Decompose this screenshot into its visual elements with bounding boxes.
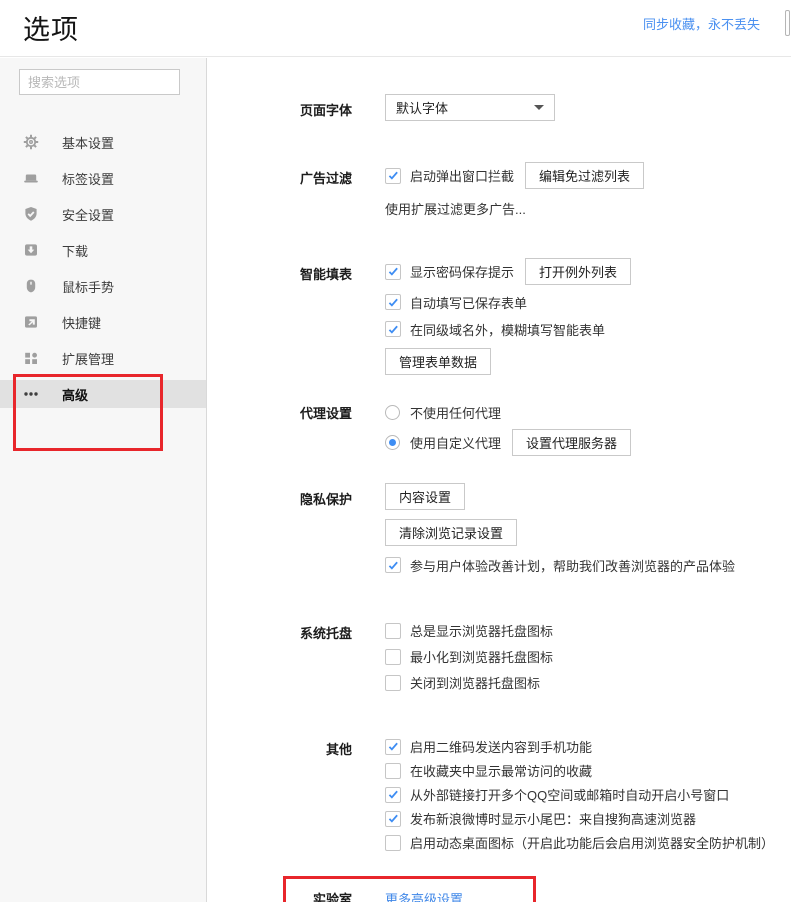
settings-content: 页面字体 默认字体 广告过滤 启动弹出窗口拦截 编辑免过滤列表 使用扩展过滤更多…	[208, 57, 791, 902]
sidebar-item-label: 标签设置	[62, 169, 114, 188]
checkbox-weibo-tail-label: 发布新浪微博时显示小尾巴：来自搜狗高速浏览器	[410, 809, 696, 828]
sidebar-item-security-settings[interactable]: 安全设置	[0, 200, 206, 228]
radio-no-proxy[interactable]	[385, 405, 400, 420]
sidebar-item-mouse-gesture[interactable]: 鼠标手势	[0, 272, 206, 300]
page-title: 选项	[23, 8, 79, 47]
sidebar-item-label: 安全设置	[62, 205, 114, 224]
checkbox-autofill-saved-forms-label: 自动填写已保存表单	[410, 293, 527, 312]
checkbox-tray-minimize[interactable]	[385, 649, 401, 665]
ad-filter-note: 使用扩展过滤更多广告...	[385, 199, 791, 218]
radio-custom-proxy-label: 使用自定义代理	[410, 433, 501, 452]
checkbox-dynamic-desktop-icon-label: 启用动态桌面图标（开启此功能后会启用浏览器安全防护机制）	[410, 833, 774, 852]
checkbox-popup-block[interactable]	[385, 168, 401, 184]
checkbox-ux-improvement[interactable]	[385, 557, 401, 573]
edit-filter-whitelist-button[interactable]: 编辑免过滤列表	[525, 162, 644, 189]
section-label-smart-fill: 智能填表	[208, 258, 352, 375]
checkbox-fuzzy-fill-smart-forms[interactable]	[385, 321, 401, 337]
sidebar-item-label: 鼠标手势	[62, 277, 114, 296]
tab-icon	[23, 170, 39, 186]
section-label-ad-filter: 广告过滤	[208, 162, 352, 218]
sidebar-nav: 基本设置 标签设置 安全设置 下载	[0, 128, 206, 408]
sidebar: 基本设置 标签设置 安全设置 下载	[0, 58, 207, 902]
radio-custom-proxy[interactable]	[385, 435, 400, 450]
clear-browsing-data-button[interactable]: 清除浏览记录设置	[385, 519, 517, 546]
checkbox-qrcode-send-label: 启用二维码发送内容到手机功能	[410, 737, 592, 756]
section-label-other: 其他	[208, 737, 352, 857]
checkbox-qrcode-send[interactable]	[385, 739, 401, 755]
sidebar-item-advanced[interactable]: 高级	[0, 380, 206, 408]
checkbox-qq-multi-window[interactable]	[385, 787, 401, 803]
checkbox-favorites-most-visited-label: 在收藏夹中显示最常访问的收藏	[410, 761, 592, 780]
checkbox-qq-multi-window-label: 从外部链接打开多个QQ空间或邮箱时自动开启小号窗口	[410, 785, 729, 804]
sidebar-item-shortcut-keys[interactable]: 快捷键	[0, 308, 206, 336]
checkbox-autofill-saved-forms[interactable]	[385, 294, 401, 310]
download-icon	[23, 242, 39, 258]
checkbox-favorites-most-visited[interactable]	[385, 763, 401, 779]
chevron-down-icon	[534, 105, 544, 110]
shield-icon	[23, 206, 39, 222]
checkbox-password-save-prompt-label: 显示密码保存提示	[410, 262, 514, 281]
section-label-privacy: 隐私保护	[208, 483, 352, 575]
gear-icon	[23, 134, 39, 150]
set-proxy-server-button[interactable]: 设置代理服务器	[512, 429, 631, 456]
sidebar-item-download[interactable]: 下载	[0, 236, 206, 264]
checkbox-password-save-prompt[interactable]	[385, 264, 401, 280]
sidebar-item-basic-settings[interactable]: 基本设置	[0, 128, 206, 156]
sidebar-item-label: 扩展管理	[62, 349, 114, 368]
checkbox-tray-always-show[interactable]	[385, 623, 401, 639]
manage-form-data-button[interactable]: 管理表单数据	[385, 348, 491, 375]
section-label-proxy: 代理设置	[208, 401, 352, 456]
sidebar-item-extension-management[interactable]: 扩展管理	[0, 344, 206, 372]
header: 选项 同步收藏，永不丢失	[0, 0, 791, 57]
radio-no-proxy-label: 不使用任何代理	[410, 403, 501, 422]
section-label-lab: 实验室	[208, 889, 352, 902]
extensions-icon	[23, 350, 39, 366]
sidebar-item-label: 高级	[62, 385, 88, 404]
checkbox-tray-minimize-label: 最小化到浏览器托盘图标	[410, 647, 553, 666]
checkbox-tray-close-label: 关闭到浏览器托盘图标	[410, 673, 540, 692]
section-label-system-tray: 系统托盘	[208, 621, 352, 699]
page-font-select[interactable]: 默认字体	[385, 94, 555, 121]
scrollbar-thumb[interactable]	[785, 10, 790, 36]
section-other: 其他 启用二维码发送内容到手机功能 在收藏夹中显示最常访问的收藏 从外部链接打开…	[208, 737, 791, 857]
sync-favorites-link[interactable]: 同步收藏，永不丢失	[643, 14, 760, 33]
options-page: 选项 同步收藏，永不丢失 基本设置 标签设置 安全设置	[0, 0, 791, 902]
checkbox-ux-improvement-label: 参与用户体验改善计划，帮助我们改善浏览器的产品体验	[410, 556, 735, 575]
sidebar-item-label: 下载	[62, 241, 88, 260]
section-smart-fill: 智能填表 显示密码保存提示 打开例外列表 自动填写已保存表单 在同级域名外，模糊…	[208, 258, 791, 375]
checkbox-fuzzy-fill-smart-forms-label: 在同级域名外，模糊填写智能表单	[410, 320, 605, 339]
section-privacy: 隐私保护 内容设置 清除浏览记录设置 参与用户体验改善计划，帮助我们改善浏览器的…	[208, 483, 791, 575]
shortcut-icon	[23, 314, 39, 330]
open-exceptions-button[interactable]: 打开例外列表	[525, 258, 631, 285]
checkbox-tray-close[interactable]	[385, 675, 401, 691]
mouse-icon	[23, 278, 39, 294]
content-settings-button[interactable]: 内容设置	[385, 483, 465, 510]
section-system-tray: 系统托盘 总是显示浏览器托盘图标 最小化到浏览器托盘图标 关闭到浏览器托盘图标	[208, 621, 791, 699]
checkbox-popup-block-label: 启动弹出窗口拦截	[410, 166, 514, 185]
sidebar-item-label: 快捷键	[62, 313, 101, 332]
page-font-select-value: 默认字体	[396, 98, 448, 117]
section-lab: 实验室 更多高级设置...	[208, 889, 791, 902]
section-page-font: 页面字体 默认字体	[208, 94, 791, 121]
section-label-page-font: 页面字体	[208, 94, 352, 121]
checkbox-weibo-tail[interactable]	[385, 811, 401, 827]
sidebar-item-label: 基本设置	[62, 133, 114, 152]
search-input[interactable]	[19, 69, 180, 95]
ellipsis-icon	[23, 386, 39, 402]
checkbox-dynamic-desktop-icon[interactable]	[385, 835, 401, 851]
section-ad-filter: 广告过滤 启动弹出窗口拦截 编辑免过滤列表 使用扩展过滤更多广告...	[208, 162, 791, 218]
sidebar-item-tab-settings[interactable]: 标签设置	[0, 164, 206, 192]
checkbox-tray-always-show-label: 总是显示浏览器托盘图标	[410, 621, 553, 640]
section-proxy: 代理设置 不使用任何代理 使用自定义代理 设置代理服务器	[208, 401, 791, 456]
more-advanced-settings-link[interactable]: 更多高级设置...	[385, 892, 474, 902]
